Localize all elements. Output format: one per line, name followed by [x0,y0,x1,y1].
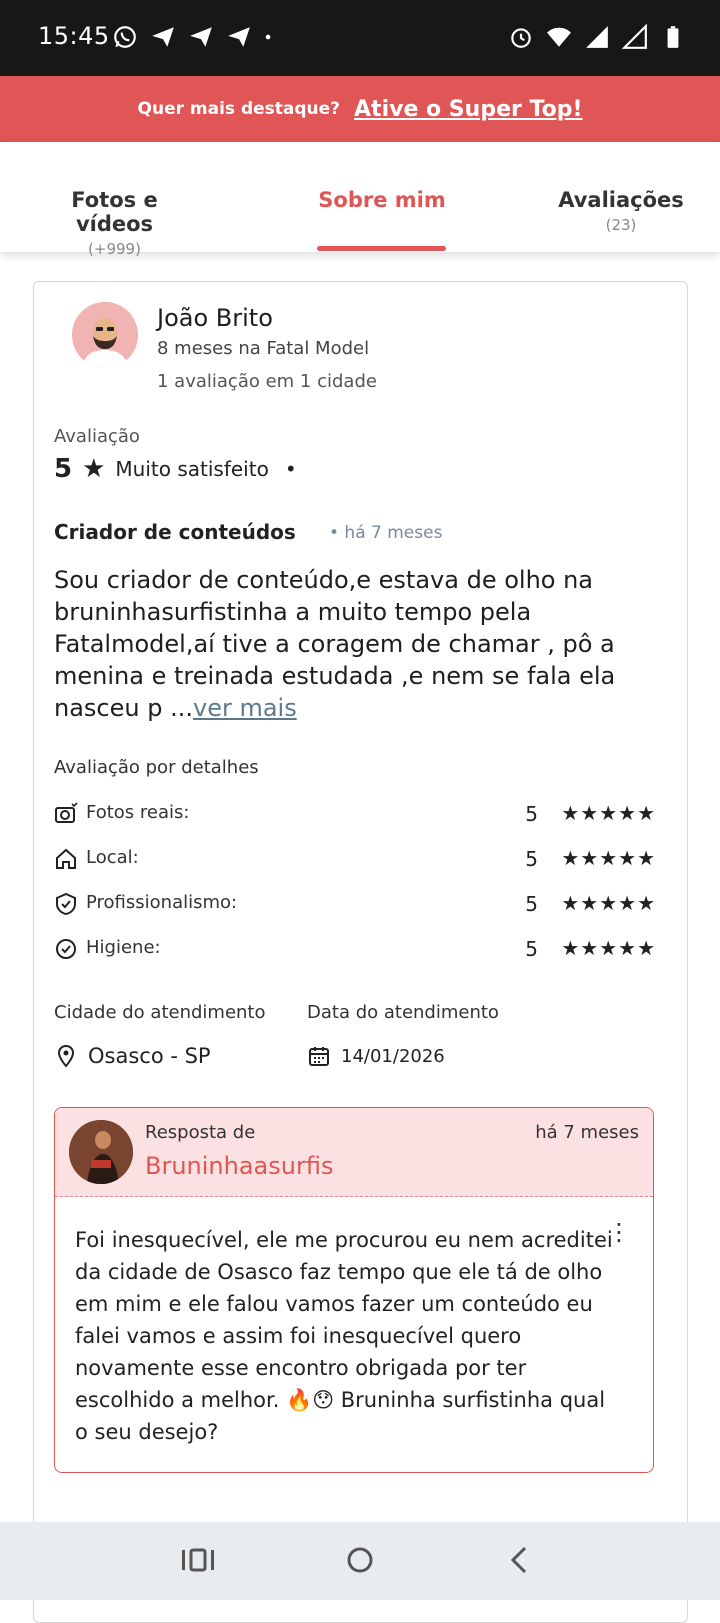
review-body: Sou criador de conteúdo,e estava de olho… [54,566,616,722]
telegram-icon [152,27,174,47]
rating-label: Avaliação [54,426,140,447]
tab-reviews[interactable]: Avaliações (23) [553,188,689,234]
battery-icon [667,26,679,48]
reply-box: Resposta de Bruninhaasurfis há 7 meses ⋮… [54,1107,654,1473]
see-more-link[interactable]: ver mais [193,694,297,722]
city-value-row: Osasco - SP [54,1044,211,1068]
check-circle-icon [56,939,76,959]
date-label: Data do atendimento [307,1002,499,1023]
date-value-row: 14/01/2026 [307,1044,445,1068]
tab-count: (+999) [88,240,141,258]
detail-label: Higiene: [86,937,161,958]
star-icon: ★ [82,454,106,484]
detail-row-location: Local: 5 ★★★★★ [54,845,656,875]
promo-banner: Quer mais destaque? Ative o Super Top! [0,76,720,142]
detail-value: 5 [525,802,538,826]
location-pin-icon [57,1044,75,1068]
reply-text: Foi inesquecível, ele me procurou eu nem… [75,1228,613,1444]
reply-from-label: Resposta de [145,1122,256,1143]
tab-label: Sobre mim [318,188,446,212]
rating-text: Muito satisfeito [115,457,269,481]
detail-row-hygiene: Higiene: 5 ★★★★★ [54,935,656,965]
wifi-icon [547,27,571,47]
reviewer-type: Criador de conteúdos [54,520,296,544]
detail-label: Profissionalismo: [86,892,238,913]
tab-about-me[interactable]: Sobre mim [311,188,453,212]
calendar-icon [309,1047,329,1066]
alarm-icon [511,28,531,48]
promo-question: Quer mais destaque? [137,99,341,119]
detail-row-professionalism: Profissionalismo: 5 ★★★★★ [54,890,656,920]
system-icons [508,24,686,50]
member-since: 8 meses na Fatal Model [157,338,370,359]
shield-icon [56,892,76,916]
review-time: • há 7 meses [329,523,443,543]
status-bar: 15:45 [0,0,720,76]
detail-label: Local: [86,847,139,868]
reply-avatar[interactable] [69,1120,133,1184]
detail-value: 5 [525,847,538,871]
detail-row-photos: Fotos reais: 5 ★★★★★ [54,800,656,830]
details-title: Avaliação por detalhes [54,757,259,778]
super-top-link[interactable]: Ative o Super Top! [354,97,582,122]
review-text: Sou criador de conteúdo,e estava de olho… [54,564,664,724]
detail-value: 5 [525,892,538,916]
user-avatar-icon [72,302,138,368]
city-value: Osasco - SP [88,1044,211,1068]
avatar [72,302,138,368]
detail-stars: ★★★★★ [561,936,656,960]
profile-photo-icon [69,1120,133,1184]
reply-time: há 7 meses [535,1122,639,1143]
reviews-count: 1 avaliação em 1 cidade [157,371,377,392]
reply-header: Resposta de Bruninhaasurfis há 7 meses [55,1108,653,1197]
whatsapp-icon [114,26,136,48]
detail-stars: ★★★★★ [561,801,656,825]
recent-apps-icon[interactable] [178,1540,218,1580]
tab-count: (23) [605,216,637,234]
signal-icon [622,24,647,49]
overall-rating: 5 ★ Muito satisfeito • [54,454,297,484]
camera-icon [55,802,78,823]
home-icon [56,848,76,869]
status-time: 15:45 [38,22,110,50]
detail-stars: ★★★★★ [561,891,656,915]
telegram-icon [228,27,250,47]
profile-tabs: Fotos e vídeos (+999) Sobre mim Avaliaçõ… [0,142,720,258]
detail-stars: ★★★★★ [561,846,656,870]
reviewer-name[interactable]: João Brito [157,304,273,332]
navigation-bar [0,1522,720,1600]
review-card: João Brito 8 meses na Fatal Model 1 aval… [33,281,688,1623]
detail-value: 5 [525,937,538,961]
tab-photos-videos[interactable]: Fotos e vídeos (+999) [32,188,197,258]
tab-label: Avaliações [558,188,684,212]
reply-author-name[interactable]: Bruninhaasurfis [145,1152,333,1180]
rating-value: 5 [54,454,73,484]
signal-icon [586,26,608,48]
telegram-icon [190,27,212,47]
separator-dot: • [284,457,297,481]
back-icon[interactable] [500,1540,540,1580]
tab-label: Fotos e vídeos [71,188,158,236]
home-button-icon[interactable] [340,1540,380,1580]
dot-icon [265,34,271,40]
active-tab-indicator [317,246,446,251]
notification-icons [112,24,278,50]
city-label: Cidade do atendimento [54,1002,266,1023]
date-value: 14/01/2026 [341,1045,445,1067]
detail-label: Fotos reais: [86,802,190,823]
